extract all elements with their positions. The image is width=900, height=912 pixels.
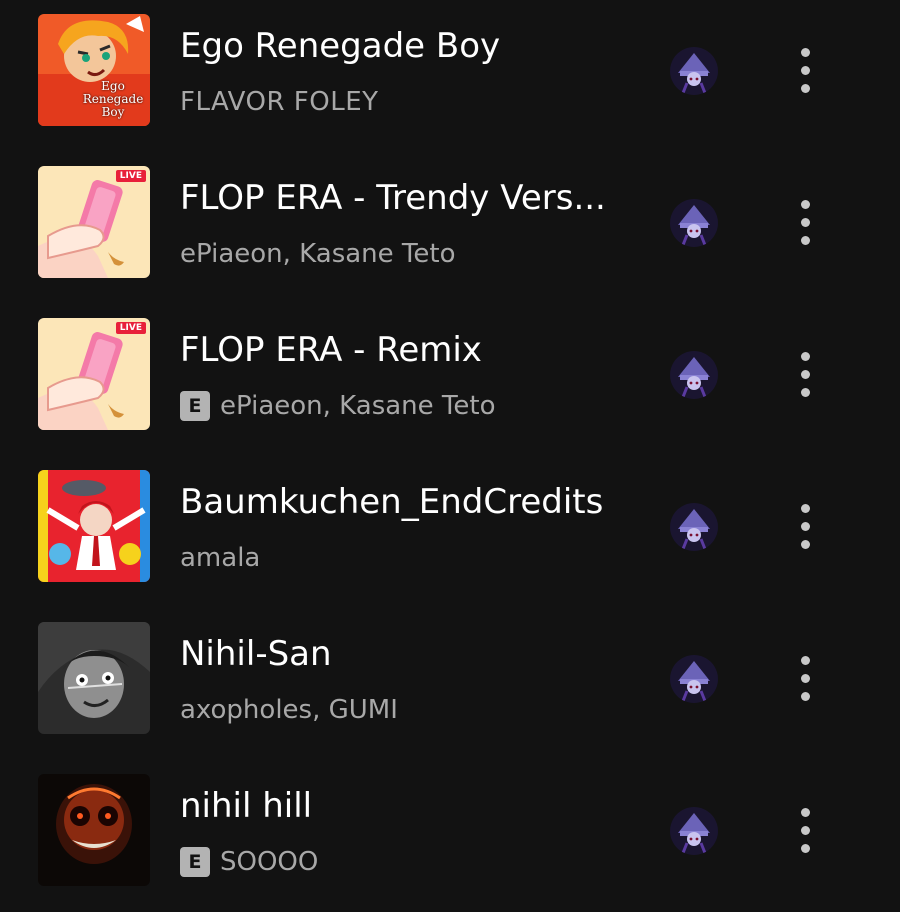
track-title: Nihil-San [180, 634, 332, 674]
track-row[interactable]: nihil hill E SOOOO [0, 760, 900, 912]
more-options-icon[interactable] [786, 40, 826, 100]
track-title: FLOP ERA - Remix [180, 330, 482, 370]
track-subtitle: ePiaeon, Kasane Teto [180, 234, 455, 274]
track-artist: FLAVOR FOLEY [180, 87, 379, 117]
track-artist: axopholes, GUMI [180, 695, 398, 725]
track-title: FLOP ERA - Trendy Vers... [180, 178, 606, 218]
user-avatar-icon[interactable] [670, 47, 718, 95]
album-cover-art [38, 318, 150, 430]
track-list: Ego Renegade Boy Ego Renegade Boy FLAVOR… [0, 0, 900, 912]
track-title: Ego Renegade Boy [180, 26, 501, 66]
track-row[interactable]: Nihil-San axopholes, GUMI [0, 608, 900, 760]
user-avatar-icon[interactable] [670, 199, 718, 247]
album-cover-art [38, 622, 150, 734]
more-options-icon[interactable] [786, 648, 826, 708]
more-options-icon[interactable] [786, 496, 826, 556]
user-avatar-icon[interactable] [670, 503, 718, 551]
live-badge: LIVE [115, 170, 146, 182]
live-badge: LIVE [115, 322, 146, 334]
user-avatar-icon[interactable] [670, 655, 718, 703]
more-options-icon[interactable] [786, 192, 826, 252]
album-cover: LIVE [38, 318, 150, 430]
album-cover-art [38, 166, 150, 278]
track-subtitle: FLAVOR FOLEY [180, 82, 379, 122]
track-subtitle: amala [180, 538, 260, 578]
track-title: nihil hill [180, 786, 313, 826]
user-avatar-icon[interactable] [670, 351, 718, 399]
track-artist: amala [180, 543, 261, 573]
album-cover [38, 470, 150, 582]
album-cover [38, 622, 150, 734]
album-cover [38, 774, 150, 886]
track-artist: ePiaeon, Kasane Teto [220, 391, 496, 421]
track-artist: SOOOO [220, 847, 319, 877]
track-subtitle: E SOOOO [180, 842, 318, 882]
explicit-badge-icon: E [180, 847, 210, 877]
explicit-badge-icon: E [180, 391, 210, 421]
track-row[interactable]: LIVE FLOP ERA - Remix E ePiaeon, Kasane … [0, 304, 900, 456]
track-row[interactable]: LIVE FLOP ERA - Trendy Vers... ePiaeon, … [0, 152, 900, 304]
track-row[interactable]: Baumkuchen_EndCredits amala [0, 456, 900, 608]
album-cover-art [38, 774, 150, 886]
album-cover: Ego Renegade Boy [38, 14, 150, 126]
track-subtitle: axopholes, GUMI [180, 690, 398, 730]
track-subtitle: E ePiaeon, Kasane Teto [180, 386, 495, 426]
album-cover-art [38, 470, 150, 582]
cover-text: Boy [101, 105, 125, 119]
track-artist: ePiaeon, Kasane Teto [180, 239, 456, 269]
user-avatar-icon[interactable] [670, 807, 718, 855]
album-cover: LIVE [38, 166, 150, 278]
more-options-icon[interactable] [786, 344, 826, 404]
track-title: Baumkuchen_EndCredits [180, 482, 604, 522]
more-options-icon[interactable] [786, 800, 826, 860]
track-row[interactable]: Ego Renegade Boy Ego Renegade Boy FLAVOR… [0, 0, 900, 152]
